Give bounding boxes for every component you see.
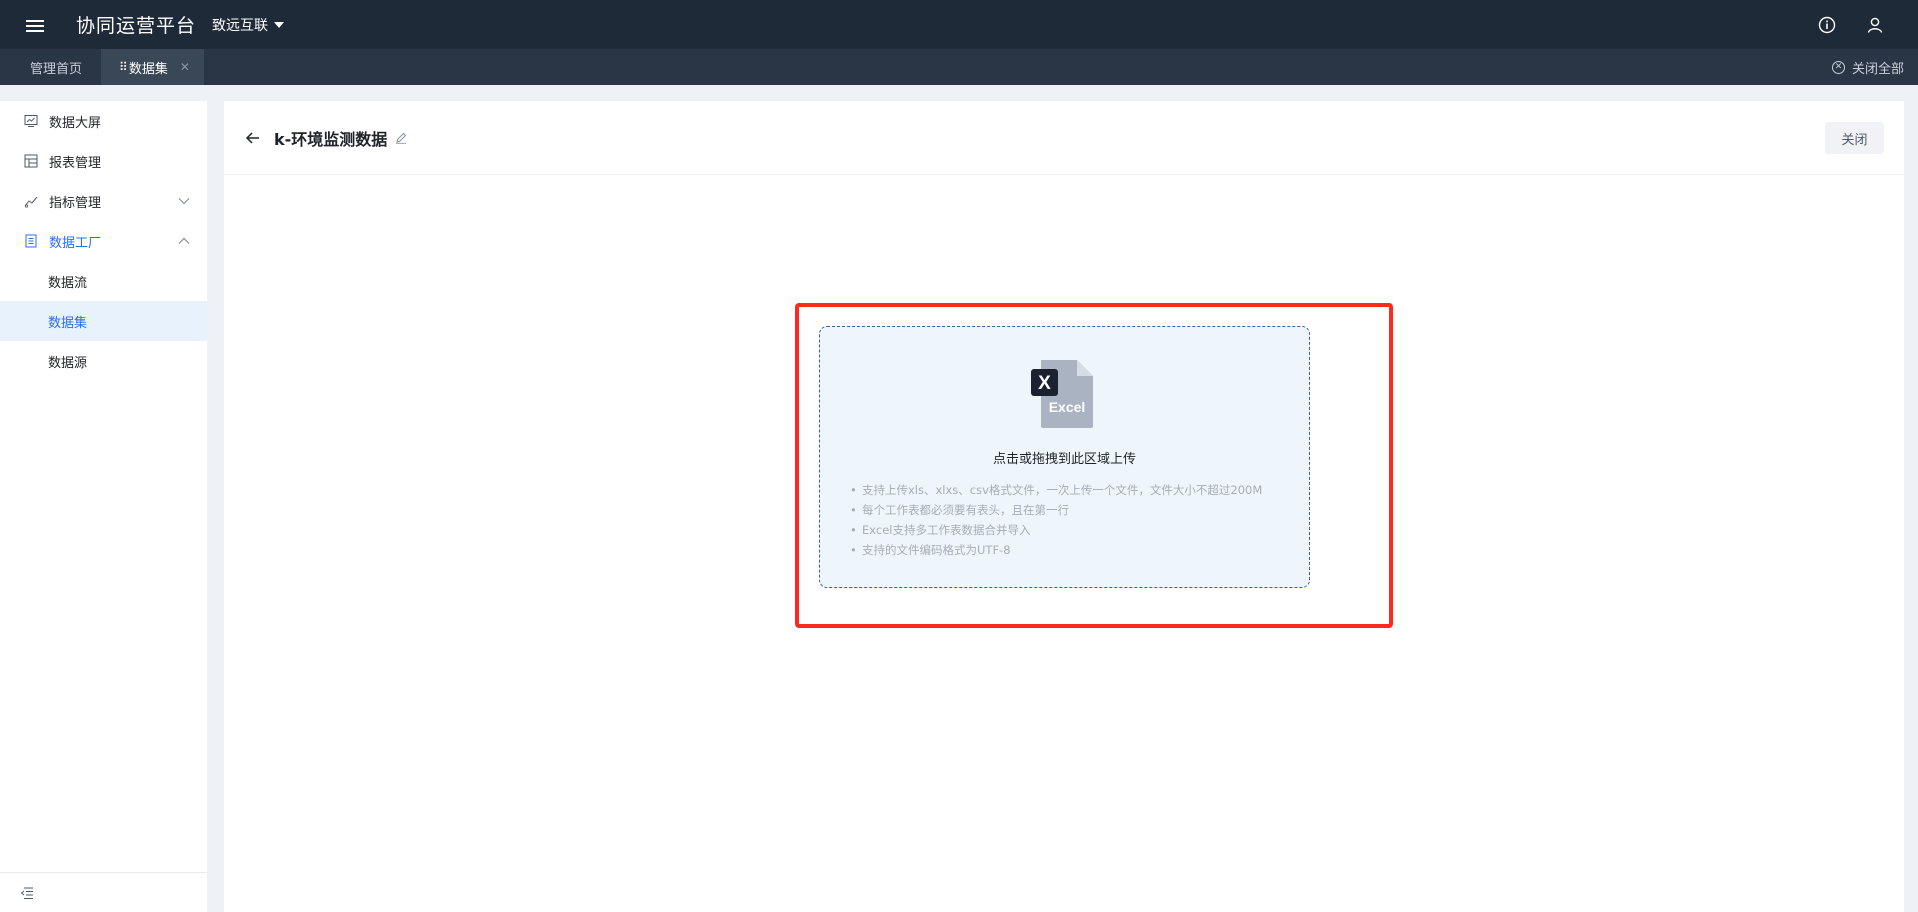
upload-title: 点击或拖拽到此区域上传 bbox=[992, 452, 1136, 467]
sidebar-item-data-screen[interactable]: 数据大屏 bbox=[0, 101, 207, 141]
excel-badge-text: X bbox=[1038, 373, 1051, 394]
app-title: 协同运营平台 bbox=[76, 15, 197, 37]
top-right-actions bbox=[1818, 0, 1884, 49]
collapse-sidebar-icon[interactable] bbox=[20, 887, 34, 899]
sidebar-item-label: 数据流 bbox=[48, 275, 88, 291]
close-button[interactable]: 关闭 bbox=[1825, 122, 1884, 154]
tab-home[interactable]: 管理首页 bbox=[0, 49, 101, 85]
org-switcher[interactable]: 致远互联 bbox=[212, 15, 285, 35]
user-icon[interactable] bbox=[1866, 16, 1884, 34]
sidebar-subitem-datasource[interactable]: 数据源 bbox=[0, 341, 207, 381]
drag-grip-icon: ⠿ bbox=[119, 60, 128, 74]
hint-item: Excel支持多工作表数据合并导入 bbox=[850, 520, 1262, 540]
info-icon[interactable] bbox=[1818, 16, 1836, 34]
monitor-chart-icon bbox=[24, 115, 38, 127]
close-circle-icon: ✕ bbox=[1831, 60, 1845, 74]
tab-bar: 管理首页 ⠿ 数据集 ✕ ✕ 关闭全部 bbox=[0, 49, 1918, 85]
sidebar-footer bbox=[0, 872, 207, 912]
sidebar: 数据大屏 报表管理 指标管理 数据工厂 数据流 数据集 数据源 bbox=[0, 101, 207, 912]
close-all-button[interactable]: ✕ 关闭全部 bbox=[1831, 49, 1904, 85]
close-all-label: 关闭全部 bbox=[1851, 61, 1904, 77]
sidebar-item-label: 数据工厂 bbox=[49, 235, 102, 251]
excel-icon-label: Excel bbox=[1049, 399, 1086, 415]
top-bar: 协同运营平台 致远互联 bbox=[0, 0, 1918, 49]
page-title: k-环境监测数据 bbox=[274, 129, 388, 149]
chevron-up-icon bbox=[178, 237, 190, 244]
close-icon[interactable]: ✕ bbox=[180, 60, 190, 74]
sidebar-item-label: 数据集 bbox=[48, 315, 88, 331]
sidebar-item-label: 数据大屏 bbox=[49, 115, 102, 131]
list-icon bbox=[25, 234, 37, 248]
back-arrow-icon[interactable] bbox=[244, 129, 262, 147]
org-name: 致远互联 bbox=[212, 17, 269, 34]
file-upload-dropzone[interactable]: X Excel 点击或拖拽到此区域上传 支持上传xls、xlxs、csv格式文件… bbox=[819, 326, 1310, 588]
sidebar-subitem-dataset[interactable]: 数据集 bbox=[0, 301, 207, 341]
table-icon bbox=[24, 154, 38, 168]
sidebar-item-metrics[interactable]: 指标管理 bbox=[0, 181, 207, 221]
sidebar-item-data-factory[interactable]: 数据工厂 bbox=[0, 221, 207, 261]
chevron-down-icon bbox=[178, 198, 190, 205]
page-header: k-环境监测数据 关闭 bbox=[224, 101, 1904, 175]
trend-icon bbox=[24, 196, 38, 208]
tab-label: 管理首页 bbox=[30, 61, 83, 77]
sidebar-item-label: 数据源 bbox=[48, 355, 88, 371]
hint-item: 每个工作表都必须要有表头，且在第一行 bbox=[850, 500, 1262, 520]
excel-file-icon: X Excel bbox=[1031, 360, 1093, 428]
tab-dataset[interactable]: ⠿ 数据集 ✕ bbox=[101, 49, 204, 85]
upload-hints: 支持上传xls、xlxs、csv格式文件，一次上传一个文件，文件大小不超过200… bbox=[850, 480, 1262, 560]
sidebar-item-report[interactable]: 报表管理 bbox=[0, 141, 207, 181]
hint-item: 支持上传xls、xlxs、csv格式文件，一次上传一个文件，文件大小不超过200… bbox=[850, 480, 1262, 500]
caret-down-icon bbox=[274, 21, 285, 28]
tab-label: 数据集 bbox=[128, 61, 168, 77]
hint-item: 支持的文件编码格式为UTF-8 bbox=[850, 540, 1262, 560]
edit-pencil-icon[interactable] bbox=[395, 132, 407, 144]
hamburger-menu-icon[interactable] bbox=[26, 17, 48, 33]
sidebar-item-label: 报表管理 bbox=[49, 155, 102, 171]
sidebar-item-label: 指标管理 bbox=[49, 195, 102, 211]
sidebar-subitem-dataflow[interactable]: 数据流 bbox=[0, 261, 207, 301]
